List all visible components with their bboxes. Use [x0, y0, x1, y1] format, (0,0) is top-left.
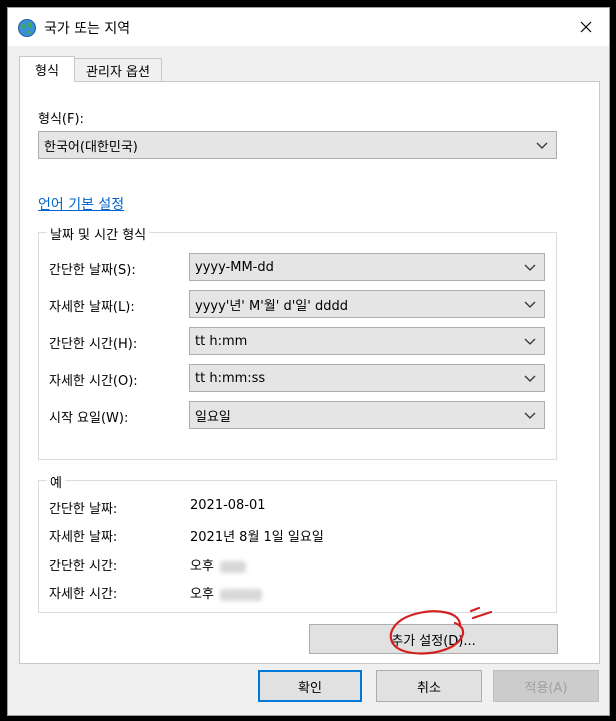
- tab-label: 형식: [35, 64, 59, 79]
- long-time-label: 자세한 시간(O):: [49, 374, 138, 389]
- example-long-time-value: 오후: [190, 587, 214, 602]
- ok-button[interactable]: 확인: [258, 670, 362, 702]
- example-short-time-label: 간단한 시간:: [49, 559, 118, 574]
- close-icon: [580, 21, 592, 33]
- redacted-time: [219, 588, 262, 601]
- region-dialog: 국가 또는 지역 형식 관리자 옵션 형식(F): 한국어(대한민국) 언어 기…: [7, 7, 610, 716]
- example-long-date-label: 자세한 날짜:: [49, 530, 118, 545]
- long-date-label: 자세한 날짜(L):: [49, 300, 135, 315]
- tab-admin-options[interactable]: 관리자 옵션: [74, 58, 162, 82]
- first-day-value: 일요일: [195, 409, 231, 425]
- example-long-time-row: 오후: [190, 583, 262, 602]
- close-button[interactable]: [563, 8, 609, 46]
- example-group-title: 예: [47, 472, 65, 491]
- cancel-label: 취소: [417, 680, 441, 696]
- title-bar: 국가 또는 지역: [8, 8, 609, 46]
- first-day-label: 시작 요일(W):: [49, 411, 129, 426]
- chevron-down-icon: [524, 412, 536, 419]
- cancel-button[interactable]: 취소: [376, 670, 482, 702]
- short-date-select[interactable]: yyyy-MM-dd: [189, 253, 545, 281]
- language-preferences-link[interactable]: 언어 기본 설정: [38, 194, 124, 214]
- format-panel: 형식(F): 한국어(대한민국) 언어 기본 설정 날짜 및 시간 형식 간단한…: [19, 81, 600, 664]
- ok-label: 확인: [298, 680, 322, 696]
- format-label: 형식(F):: [38, 112, 84, 127]
- example-short-time-row: 오후: [190, 555, 246, 574]
- format-select[interactable]: 한국어(대한민국): [38, 131, 557, 159]
- long-date-select[interactable]: yyyy'년' M'월' d'일' dddd: [189, 290, 545, 318]
- tab-label: 관리자 옵션: [86, 64, 150, 80]
- chevron-down-icon: [536, 142, 548, 149]
- example-short-time-value: 오후: [190, 559, 214, 574]
- short-time-label: 간단한 시간(H):: [49, 337, 138, 352]
- short-time-select[interactable]: tt h:mm: [189, 327, 545, 355]
- long-time-select[interactable]: tt h:mm:ss: [189, 364, 545, 392]
- chevron-down-icon: [524, 338, 536, 345]
- short-time-value: tt h:mm: [195, 333, 248, 349]
- format-value: 한국어(대한민국): [44, 139, 138, 155]
- example-long-date-value: 2021년 8월 1일 일요일: [190, 530, 324, 545]
- apply-label: 적용(A): [524, 680, 568, 696]
- datetime-format-group: 날짜 및 시간 형식 간단한 날짜(S): yyyy-MM-dd 자세한 날짜(…: [38, 224, 557, 460]
- chevron-down-icon: [524, 375, 536, 382]
- datetime-group-title: 날짜 및 시간 형식: [47, 224, 150, 243]
- window-title: 국가 또는 지역: [44, 21, 131, 37]
- long-date-value: yyyy'년' M'월' d'일' dddd: [195, 298, 348, 314]
- tab-format[interactable]: 형식: [19, 56, 75, 82]
- chevron-down-icon: [524, 301, 536, 308]
- long-time-value: tt h:mm:ss: [195, 370, 266, 386]
- chevron-down-icon: [524, 264, 536, 271]
- example-short-date-value: 2021-08-01: [190, 498, 266, 513]
- short-date-value: yyyy-MM-dd: [195, 259, 274, 275]
- redacted-time: [219, 560, 246, 573]
- globe-icon: [18, 19, 36, 37]
- apply-button[interactable]: 적용(A): [493, 670, 599, 702]
- example-long-time-label: 자세한 시간:: [49, 587, 118, 602]
- first-day-select[interactable]: 일요일: [189, 401, 545, 429]
- annotation-circle: [389, 606, 493, 655]
- short-date-label: 간단한 날짜(S):: [49, 263, 136, 278]
- example-short-date-label: 간단한 날짜:: [49, 502, 118, 517]
